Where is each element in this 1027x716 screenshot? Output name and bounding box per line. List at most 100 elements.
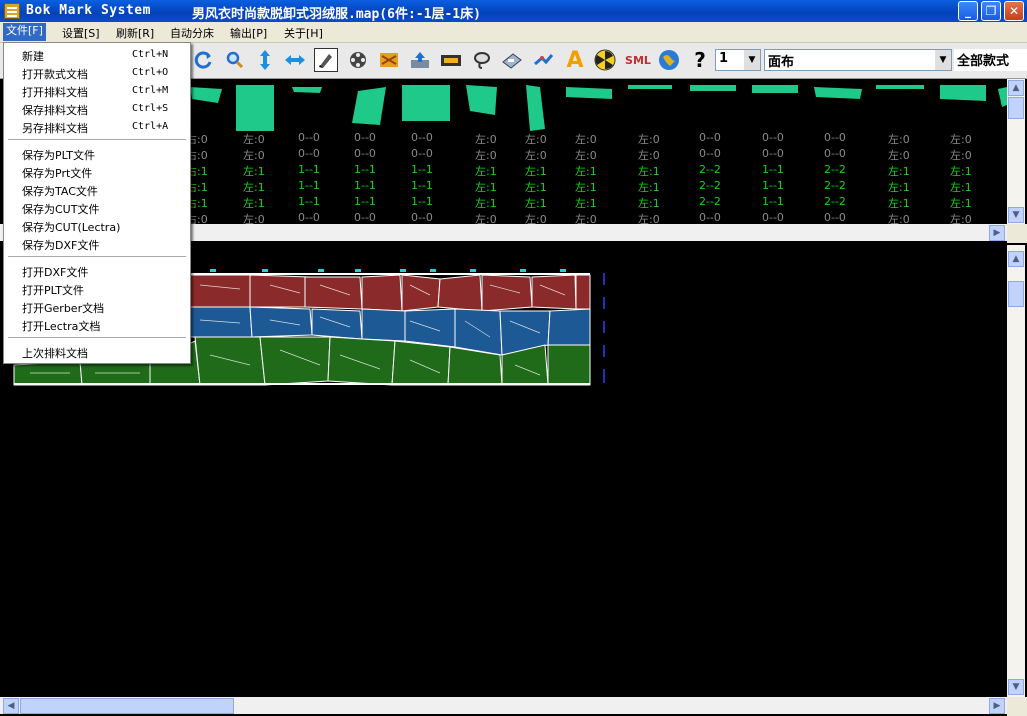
table-cell: 左:0 (475, 149, 497, 162)
table-cell: 左:1 (638, 197, 660, 210)
marker-horizontal-scrollbar[interactable]: ◀ ▶ (0, 697, 1007, 714)
scroll-thumb[interactable] (1008, 97, 1024, 119)
table-cell: 左:0 (888, 149, 910, 162)
chevron-down-icon[interactable]: ▼ (744, 50, 760, 70)
menu-item-save-prt[interactable]: 保存为Prt文件 (22, 165, 92, 181)
table-cell: 2--2 (824, 179, 846, 192)
scroll-right-icon[interactable]: ▶ (989, 698, 1005, 714)
table-cell: 1--1 (411, 163, 433, 176)
table-cell: 1--1 (354, 195, 376, 208)
menu-item-open-dxf[interactable]: 打开DXF文件 (22, 264, 88, 280)
table-cell: 1--1 (298, 163, 320, 176)
table-cell: 左:0 (525, 149, 547, 162)
top-pane-vertical-scrollbar[interactable]: ▲ ▼ (1007, 79, 1025, 224)
menu-item-last-marker[interactable]: 上次排料文档 (22, 345, 88, 361)
table-cell: 左:1 (888, 181, 910, 194)
table-cell: 左:0 (525, 133, 547, 146)
menu-item-save-cut[interactable]: 保存为CUT文件 (22, 201, 99, 217)
print-icon[interactable] (500, 48, 524, 72)
menu-item-open-marker[interactable]: 打开排料文档 (22, 84, 88, 100)
table-cell: 左:1 (525, 181, 547, 194)
menu-item-open-gerber[interactable]: 打开Gerber文档 (22, 300, 104, 316)
app-icon (4, 3, 20, 19)
table-cell: 左:1 (950, 165, 972, 178)
menu-item-save-cut-lectra[interactable]: 保存为CUT(Lectra) (22, 219, 120, 235)
table-cell: 2--2 (699, 195, 721, 208)
rotate-icon[interactable] (192, 48, 216, 72)
menu-item-open-style[interactable]: 打开款式文档 (22, 66, 88, 82)
layout-icon[interactable] (439, 48, 463, 72)
scroll-left-icon[interactable]: ◀ (3, 698, 19, 714)
help-icon[interactable]: ? (688, 48, 712, 72)
restore-button[interactable]: ❐ (981, 1, 1001, 21)
text-icon[interactable]: A (563, 48, 587, 73)
zoom-icon[interactable] (223, 48, 247, 72)
scroll-right-icon[interactable]: ▶ (989, 225, 1005, 241)
select-piece-icon[interactable] (314, 48, 338, 72)
scroll-down-icon[interactable]: ▼ (1008, 207, 1024, 223)
table-cell: 左:1 (575, 197, 597, 210)
radiation-icon[interactable] (593, 48, 617, 72)
table-cell: 0--0 (354, 131, 376, 144)
menu-separator (8, 337, 186, 338)
app-name: Bok Mark System (26, 3, 151, 18)
table-cell: 左:1 (475, 165, 497, 178)
table-cell: 1--1 (298, 179, 320, 192)
menu-item-open-plt[interactable]: 打开PLT文件 (22, 282, 84, 298)
table-cell: 2--2 (824, 163, 846, 176)
menu-item-open-lectra[interactable]: 打开Lectra文档 (22, 318, 100, 334)
count-select[interactable]: 1 ▼ (715, 49, 761, 71)
sml-icon[interactable]: SML (624, 48, 652, 72)
menu-refresh[interactable]: 刷新[R] (116, 25, 154, 41)
table-cell: 1--1 (298, 195, 320, 208)
scroll-down-icon[interactable]: ▼ (1008, 679, 1024, 695)
marker-vertical-scrollbar[interactable]: ▲ ▼ (1007, 245, 1025, 697)
film-icon[interactable] (346, 48, 370, 72)
table-cell: 左:1 (243, 181, 265, 194)
table-cell: 0--0 (411, 211, 433, 224)
scroll-up-icon[interactable]: ▲ (1008, 251, 1024, 267)
scroll-up-icon[interactable]: ▲ (1008, 80, 1024, 96)
menu-separator (8, 256, 186, 257)
minimize-button[interactable]: _ (958, 1, 978, 21)
all-styles-button[interactable]: 全部款式 (954, 49, 1027, 71)
table-cell: 左:1 (888, 197, 910, 210)
globe-icon[interactable] (657, 48, 681, 72)
chevron-down-icon[interactable]: ▼ (935, 50, 951, 70)
table-cell: 左:1 (638, 181, 660, 194)
menu-settings[interactable]: 设置[S] (62, 25, 100, 41)
vertical-flip-icon[interactable] (253, 48, 277, 72)
table-cell: 1--1 (762, 179, 784, 192)
lasso-icon[interactable] (470, 48, 494, 72)
menu-item-save-dxf[interactable]: 保存为DXF文件 (22, 237, 99, 253)
fabric-select[interactable]: 面布 ▼ (764, 49, 952, 71)
connect-icon[interactable] (531, 48, 555, 72)
file-menu-dropdown: 新建 Ctrl+N 打开款式文档 Ctrl+O 打开排料文档 Ctrl+M 保存… (3, 42, 191, 364)
close-button[interactable]: ✕ (1004, 1, 1024, 21)
menu-item-new[interactable]: 新建 (22, 48, 44, 64)
export-icon[interactable] (408, 48, 432, 72)
table-cell: 左:0 (575, 149, 597, 162)
menu-item-save-plt[interactable]: 保存为PLT文件 (22, 147, 95, 163)
menu-file[interactable]: 文件[F] (3, 23, 46, 41)
table-cell: 1--1 (411, 195, 433, 208)
horizontal-flip-icon[interactable] (283, 48, 307, 72)
menu-item-save-marker-as[interactable]: 另存排料文档 (22, 120, 88, 136)
table-cell: 1--1 (411, 179, 433, 192)
table-cell: 左:1 (525, 197, 547, 210)
scroll-thumb[interactable] (1008, 281, 1024, 307)
scroll-thumb[interactable] (20, 698, 234, 714)
table-cell: 0--0 (699, 131, 721, 144)
table-cell: 2--2 (699, 163, 721, 176)
menu-item-save-tac[interactable]: 保存为TAC文件 (22, 183, 98, 199)
table-cell: 0--0 (298, 131, 320, 144)
table-cell: 1--1 (762, 163, 784, 176)
table-cell: 左:1 (243, 165, 265, 178)
piece-pattern-icon[interactable] (377, 48, 401, 72)
table-cell: 0--0 (354, 211, 376, 224)
menu-about[interactable]: 关于[H] (284, 25, 323, 41)
menu-output[interactable]: 输出[P] (230, 25, 267, 41)
menu-auto-split[interactable]: 自动分床 (170, 25, 214, 41)
menu-item-save-marker[interactable]: 保存排料文档 (22, 102, 88, 118)
table-cell: 左:0 (575, 133, 597, 146)
